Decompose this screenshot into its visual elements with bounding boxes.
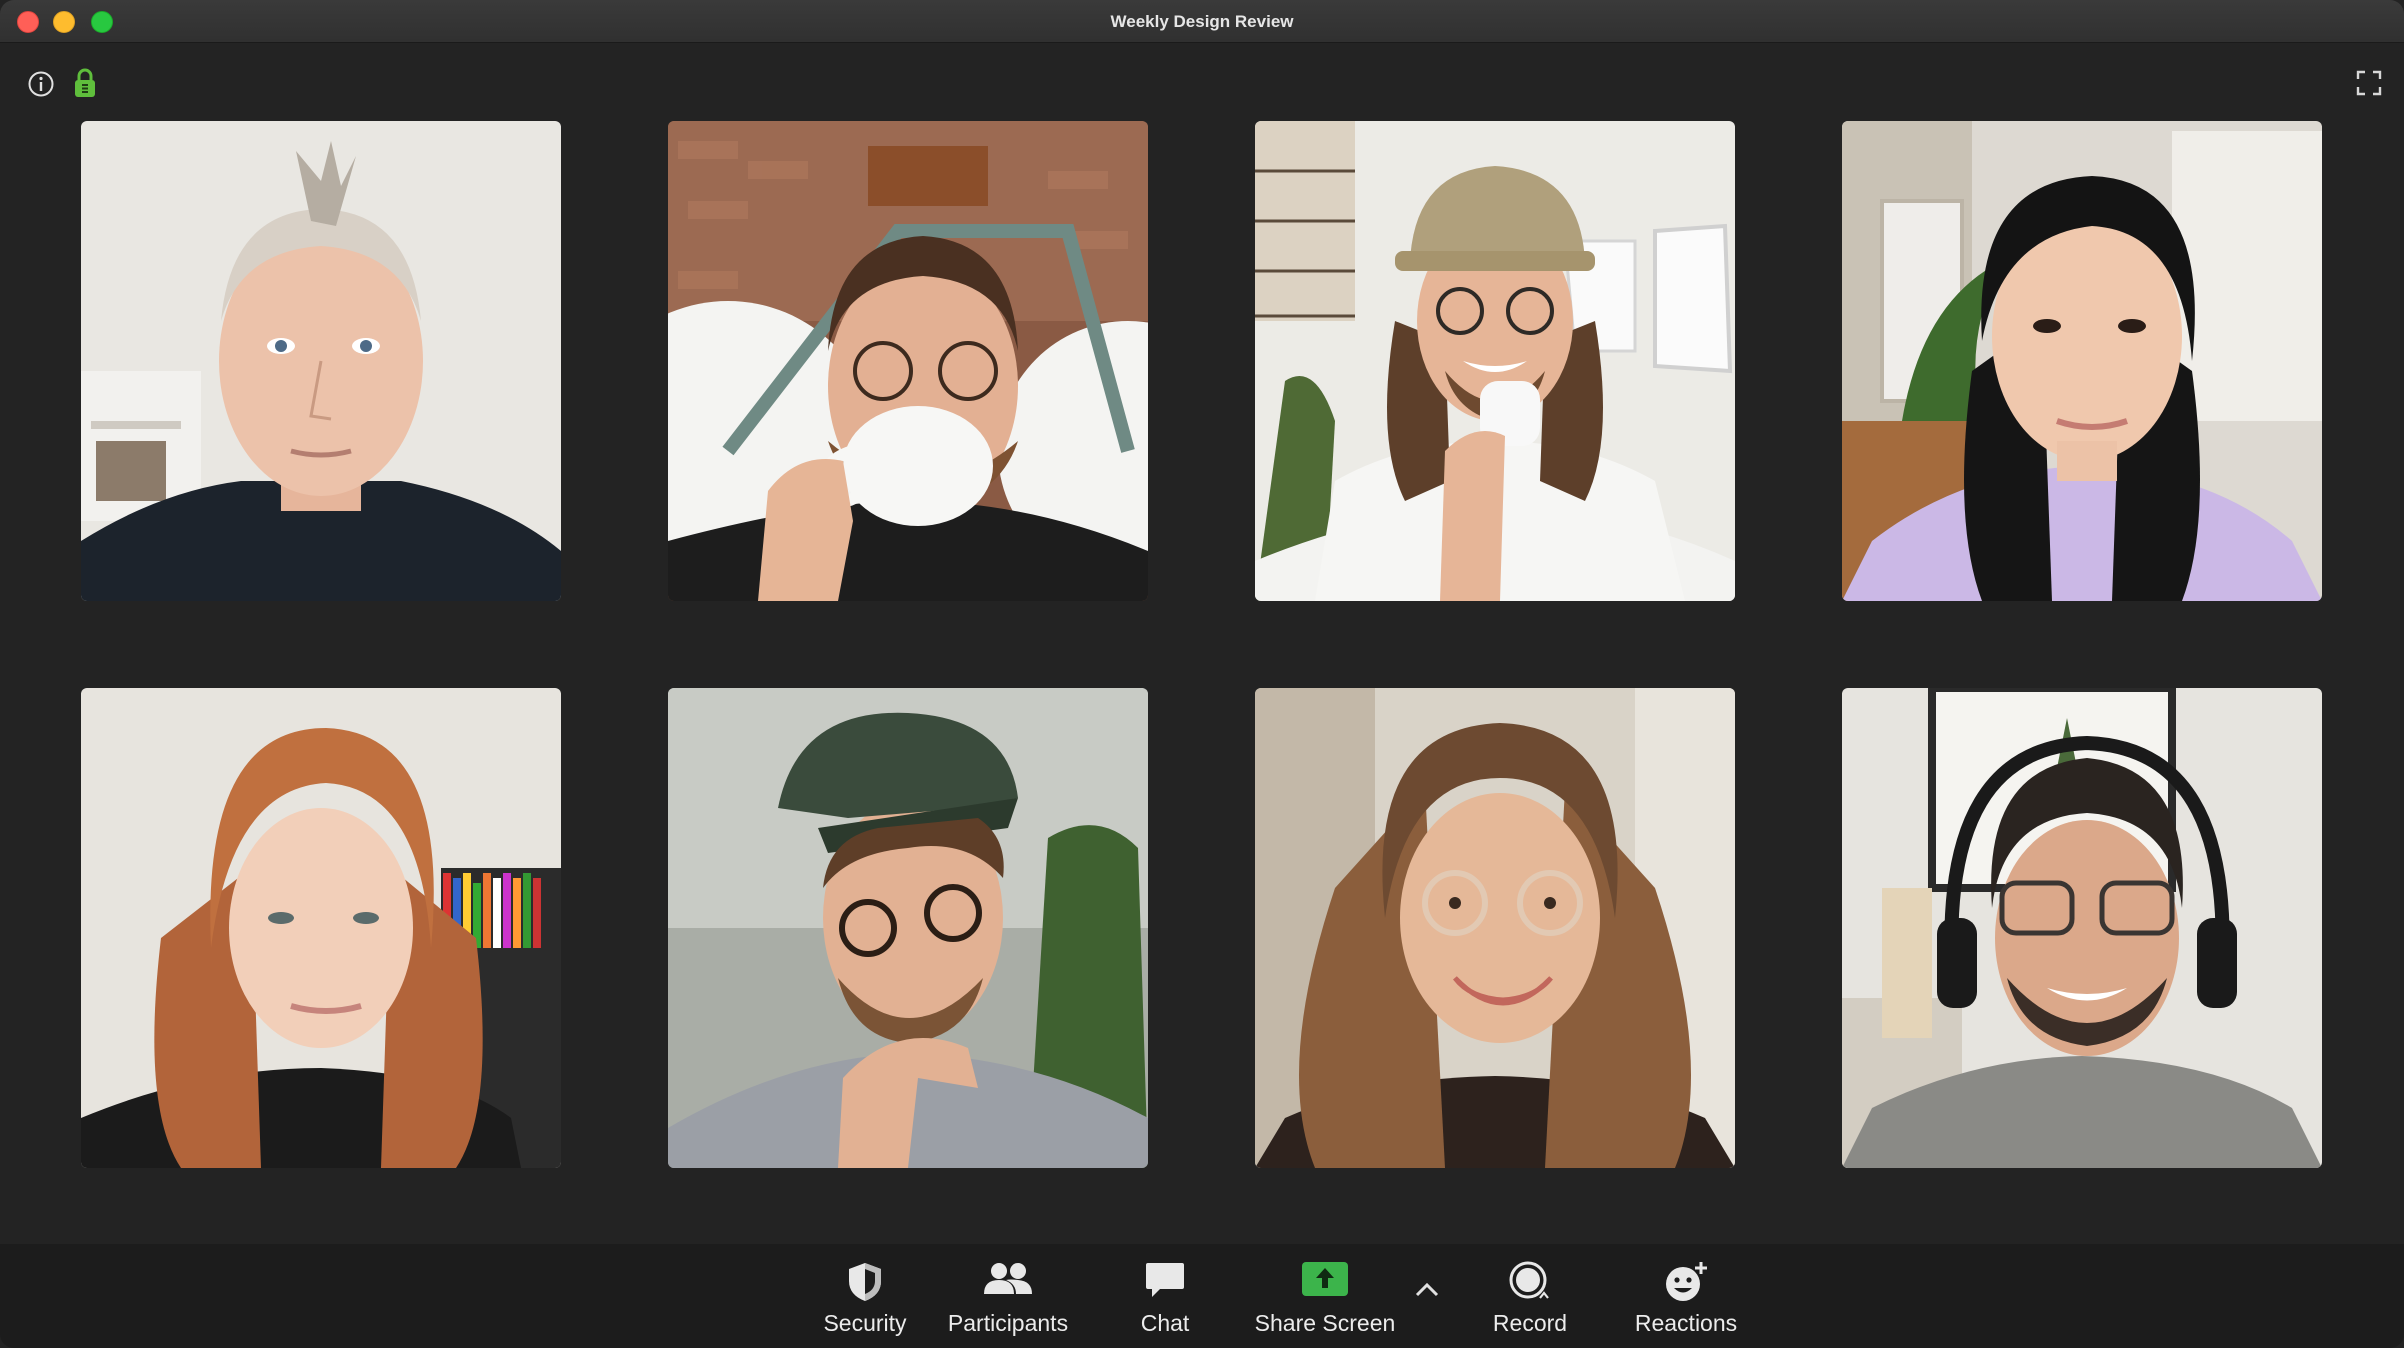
record-label: Record	[1492, 1310, 1568, 1336]
participant-video-tile-4[interactable]	[1842, 121, 2322, 601]
window-title: Weekly Design Review	[1110, 12, 1294, 31]
participants-label: Participants	[947, 1310, 1069, 1336]
participant-video-tile-5[interactable]	[81, 688, 561, 1168]
record-button[interactable]: Record	[1480, 1244, 1580, 1348]
chat-button[interactable]: Chat	[1120, 1244, 1210, 1348]
reactions-label: Reactions	[1634, 1310, 1738, 1336]
security-button[interactable]: Security	[815, 1244, 915, 1348]
participant-video-4	[1842, 121, 2322, 601]
share-screen-icon	[1302, 1262, 1348, 1296]
participants-icon	[984, 1263, 1032, 1294]
participant-video-tile-7[interactable]	[1255, 688, 1735, 1168]
record-icon	[1509, 1261, 1549, 1299]
title-bar: Weekly Design Review	[0, 0, 2404, 43]
participant-video-3	[1255, 121, 1735, 601]
share-screen-label: Share Screen	[1254, 1310, 1396, 1336]
reactions-icon	[1666, 1262, 1707, 1301]
participant-video-tile-2[interactable]	[668, 121, 1148, 601]
participant-video-tile-1[interactable]	[81, 121, 561, 601]
participant-video-2	[668, 121, 1148, 601]
participant-video-tile-3[interactable]	[1255, 121, 1735, 601]
participant-video-tile-6[interactable]	[668, 688, 1148, 1168]
participant-video-5	[81, 688, 561, 1168]
share-options-chevron-up-icon[interactable]	[1413, 1280, 1441, 1300]
chat-icon	[1146, 1263, 1184, 1297]
chat-label: Chat	[1140, 1310, 1190, 1336]
participant-video-tile-8[interactable]	[1842, 688, 2322, 1168]
participants-button[interactable]: Participants	[940, 1244, 1076, 1348]
participant-video-6	[668, 688, 1148, 1168]
reactions-button[interactable]: Reactions	[1628, 1244, 1744, 1348]
share-screen-button[interactable]: Share Screen	[1250, 1244, 1400, 1348]
participant-video-7	[1255, 688, 1735, 1168]
info-icon[interactable]	[27, 70, 55, 98]
shield-icon	[849, 1263, 881, 1301]
meeting-toolbar: Security Participants Chat Share Screen	[0, 1244, 2404, 1348]
meeting-window: Weekly Design Review Security Participan…	[0, 0, 2404, 1348]
lock-icon[interactable]	[73, 67, 97, 99]
participant-video-1	[81, 121, 561, 601]
participant-video-8	[1842, 688, 2322, 1168]
fullscreen-icon[interactable]	[2356, 70, 2382, 96]
security-label: Security	[823, 1310, 907, 1336]
